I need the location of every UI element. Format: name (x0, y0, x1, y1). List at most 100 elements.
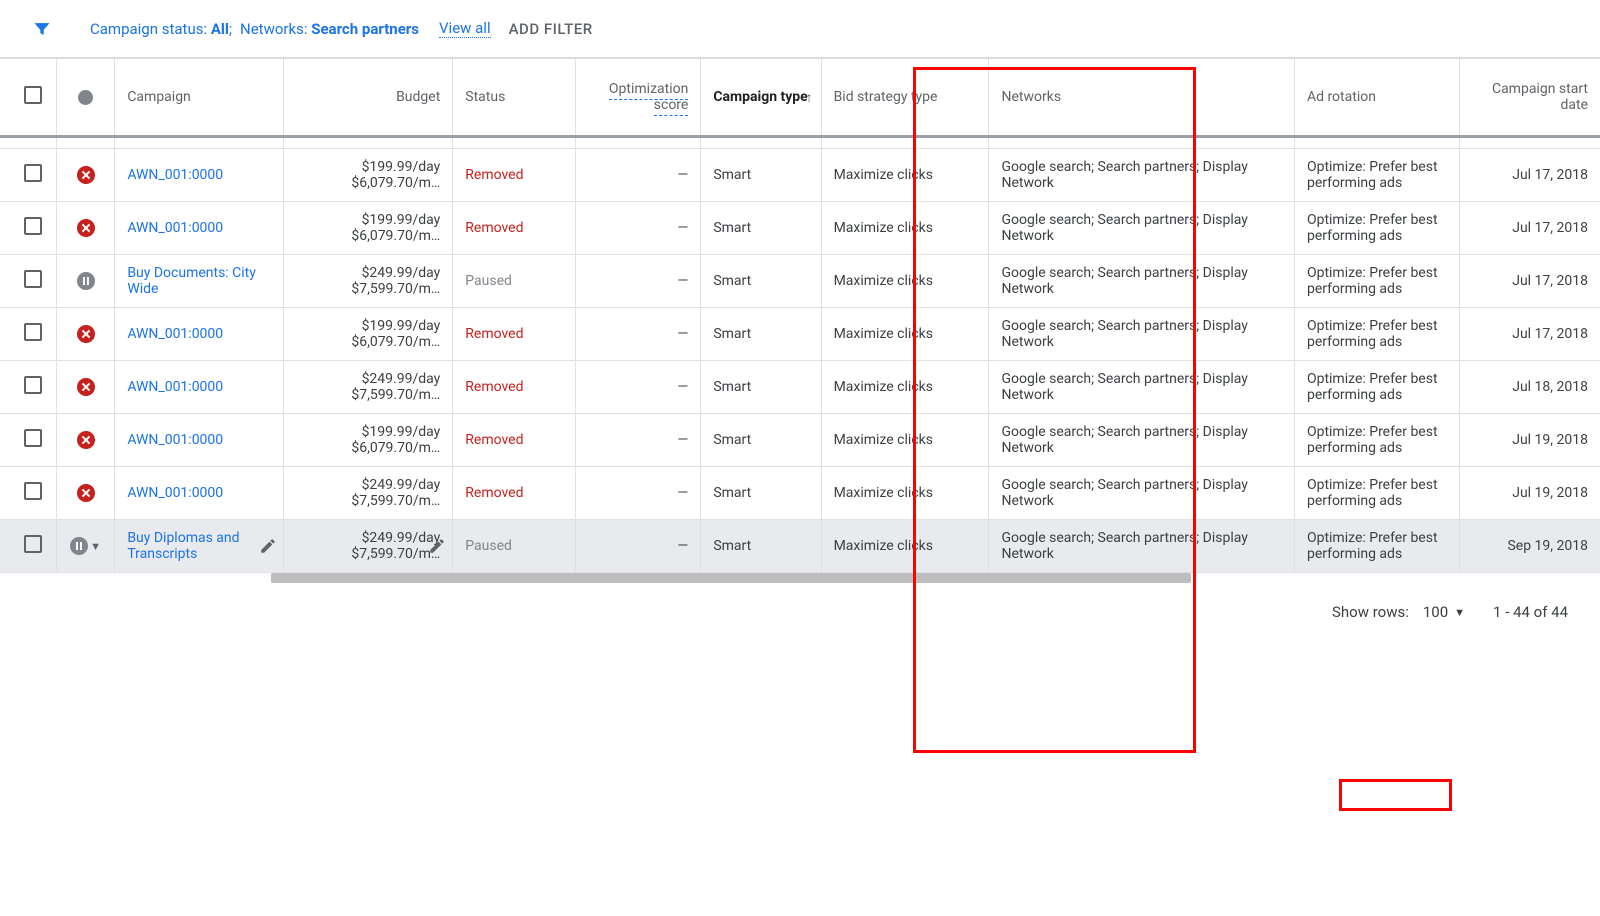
removed-icon[interactable] (77, 166, 95, 184)
ad-rotation-text: Optimize: Prefer best performing ads (1294, 414, 1459, 467)
start-date: Jul 19, 2018 (1459, 414, 1600, 467)
horizontal-scrollbar[interactable] (271, 573, 1191, 583)
campaigns-table-container: Campaign Budget Status Optimization scor… (0, 58, 1600, 583)
paused-icon[interactable] (70, 537, 88, 555)
networks-text: Google search; Search partners; Display … (989, 149, 1294, 202)
row-checkbox[interactable] (24, 270, 42, 288)
networks-text: Google search; Search partners; Display … (989, 308, 1294, 361)
view-all-link[interactable]: View all (439, 19, 491, 38)
row-checkbox[interactable] (24, 164, 42, 182)
campaign-link[interactable]: AWN_001:0000 (127, 432, 223, 448)
header-networks[interactable]: Networks (989, 59, 1294, 137)
networks-text: Google search; Search partners; Display … (989, 520, 1294, 573)
ad-rotation-text: Optimize: Prefer best performing ads (1294, 467, 1459, 520)
networks-text: Google search; Search partners; Display … (989, 414, 1294, 467)
row-checkbox[interactable] (24, 429, 42, 447)
row-checkbox[interactable] (24, 217, 42, 235)
filter-chip-networks[interactable]: Networks: Search partners (240, 20, 419, 38)
optimization-score: — (575, 361, 701, 414)
chevron-down-icon[interactable]: ▼ (90, 540, 101, 553)
header-bid-strategy[interactable]: Bid strategy type (821, 59, 989, 137)
filter-networks-value: Search partners (311, 20, 419, 38)
checkbox-icon (24, 86, 42, 104)
row-checkbox[interactable] (24, 323, 42, 341)
campaign-type: Smart (701, 414, 821, 467)
removed-icon[interactable] (77, 484, 95, 502)
edit-budget-icon[interactable] (428, 537, 446, 555)
filter-status-value: All (211, 20, 229, 38)
header-campaign-type[interactable]: Campaign type↑ (701, 59, 821, 137)
show-rows-value[interactable]: 100 (1423, 603, 1448, 621)
row-checkbox[interactable] (24, 376, 42, 394)
budget-daily: $199.99/day (296, 424, 440, 440)
campaign-type: Smart (701, 149, 821, 202)
budget-monthly: $6,079.70/m… (296, 440, 440, 456)
header-status-dot[interactable] (56, 59, 114, 137)
campaign-link[interactable]: AWN_001:0000 (127, 326, 223, 342)
budget-monthly: $7,599.70/m… (296, 387, 440, 403)
ad-rotation-text: Optimize: Prefer best performing ads (1294, 202, 1459, 255)
removed-icon[interactable] (77, 431, 95, 449)
bid-strategy: Maximize clicks (821, 202, 989, 255)
table-row[interactable]: AWN_001:0000 $199.99/day$6,079.70/m… Rem… (0, 414, 1600, 467)
row-checkbox[interactable] (24, 482, 42, 500)
bid-strategy: Maximize clicks (821, 520, 989, 573)
campaign-link[interactable]: AWN_001:0000 (127, 167, 223, 183)
page-range: 1 - 44 of 44 (1493, 603, 1568, 621)
start-date: Jul 17, 2018 (1459, 308, 1600, 361)
show-rows-label: Show rows: (1332, 603, 1409, 621)
campaign-type: Smart (701, 361, 821, 414)
campaign-link[interactable]: AWN_001:0000 (127, 485, 223, 501)
ad-rotation-text: Optimize: Prefer best performing ads (1294, 308, 1459, 361)
start-date: Jul 17, 2018 (1459, 202, 1600, 255)
filter-bar: Campaign status: All; Networks: Search p… (0, 0, 1600, 58)
table-row[interactable]: AWN_001:0000 $199.99/day$6,079.70/m… Rem… (0, 149, 1600, 202)
campaign-link[interactable]: AWN_001:0000 (127, 220, 223, 236)
header-start-date[interactable]: Campaign start date (1459, 59, 1600, 137)
budget-daily: $199.99/day (296, 159, 440, 175)
networks-text: Google search; Search partners; Display … (989, 255, 1294, 308)
optimization-score: — (575, 202, 701, 255)
removed-icon[interactable] (77, 325, 95, 343)
optimization-score: — (575, 467, 701, 520)
table-row[interactable]: AWN_001:0000 $249.99/day$7,599.70/m… Rem… (0, 467, 1600, 520)
header-campaign[interactable]: Campaign (115, 59, 284, 137)
budget-monthly: $6,079.70/m… (296, 175, 440, 191)
chevron-down-icon[interactable]: ▼ (1454, 606, 1465, 619)
edit-campaign-icon[interactable] (259, 537, 277, 555)
status-text: Removed (465, 326, 523, 342)
campaign-type: Smart (701, 202, 821, 255)
removed-icon[interactable] (77, 378, 95, 396)
start-date: Jul 17, 2018 (1459, 255, 1600, 308)
filter-networks-label: Networks: (240, 20, 307, 38)
removed-icon[interactable] (77, 219, 95, 237)
campaign-link[interactable]: Buy Diplomas and Transcripts (127, 530, 239, 562)
add-filter-button[interactable]: ADD FILTER (509, 20, 593, 38)
table-row[interactable]: Buy Documents: City Wide $249.99/day$7,5… (0, 255, 1600, 308)
campaign-type: Smart (701, 467, 821, 520)
highlight-page-range (1339, 779, 1452, 811)
table-row[interactable]: AWN_001:0000 $249.99/day$7,599.70/m… Rem… (0, 361, 1600, 414)
budget-monthly: $6,079.70/m… (296, 334, 440, 350)
status-text: Paused (465, 538, 512, 554)
filter-chip-status[interactable]: Campaign status: All; (90, 20, 234, 38)
campaign-link[interactable]: Buy Documents: City Wide (127, 265, 256, 297)
row-checkbox[interactable] (24, 535, 42, 553)
start-date: Jul 18, 2018 (1459, 361, 1600, 414)
networks-text: Google search; Search partners; Display … (989, 202, 1294, 255)
networks-text: Google search; Search partners; Display … (989, 467, 1294, 520)
table-footer: Show rows: 100 ▼ 1 - 44 of 44 (0, 583, 1600, 621)
table-row[interactable]: ▼ Buy Diplomas and Transcripts $249.99/d… (0, 520, 1600, 573)
table-row[interactable]: AWN_001:0000 $199.99/day$6,079.70/m… Rem… (0, 308, 1600, 361)
header-ad-rotation[interactable]: Ad rotation (1294, 59, 1459, 137)
header-budget[interactable]: Budget (284, 59, 453, 137)
budget-daily: $199.99/day (296, 212, 440, 228)
header-optimization-score[interactable]: Optimization score (575, 59, 701, 137)
table-row[interactable]: AWN_001:0000 $199.99/day$6,079.70/m… Rem… (0, 202, 1600, 255)
paused-icon[interactable] (77, 272, 95, 290)
ad-rotation-text: Optimize: Prefer best performing ads (1294, 255, 1459, 308)
header-status[interactable]: Status (453, 59, 575, 137)
campaign-link[interactable]: AWN_001:0000 (127, 379, 223, 395)
filter-funnel-icon[interactable] (30, 17, 54, 41)
header-select-all[interactable] (0, 59, 56, 137)
